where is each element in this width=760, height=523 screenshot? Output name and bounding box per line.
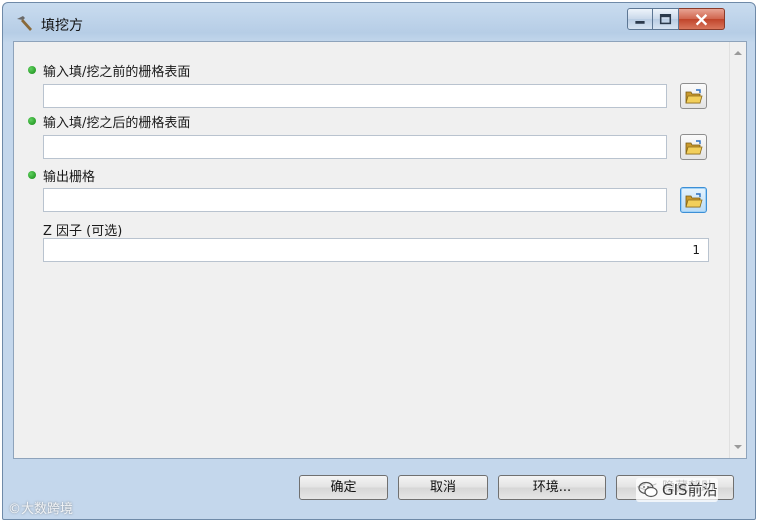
- scroll-up-icon[interactable]: [734, 51, 742, 55]
- browse-output-button[interactable]: [680, 187, 707, 213]
- cancel-button[interactable]: 取消: [398, 475, 488, 500]
- maximize-icon: [659, 13, 672, 25]
- parameters-panel: 输入填/挖之前的栅格表面 输入填/挖之后的栅格表面 输出栅格 Z 因子 (可选)…: [13, 41, 747, 459]
- vertical-scrollbar[interactable]: [729, 42, 746, 458]
- minimize-icon: [635, 20, 645, 24]
- param-label-output: 输出栅格: [28, 166, 95, 185]
- close-button[interactable]: [679, 8, 725, 30]
- environments-button[interactable]: 环境...: [498, 475, 606, 500]
- close-icon: [695, 14, 708, 26]
- minimize-button[interactable]: [627, 8, 653, 30]
- param-label-text: Z 因子 (可选): [43, 224, 123, 239]
- ok-button[interactable]: 确定: [299, 475, 388, 500]
- watermark-right-text: GIS前沿: [662, 481, 718, 499]
- param-label-z-factor: Z 因子 (可选): [43, 220, 122, 239]
- hammer-icon: [17, 16, 32, 31]
- folder-open-icon: [685, 140, 703, 155]
- input-before-field[interactable]: [43, 84, 667, 108]
- param-label-input-after: 输入填/挖之后的栅格表面: [28, 112, 190, 131]
- param-label-text: 输出栅格: [43, 170, 96, 185]
- scroll-down-icon[interactable]: [734, 445, 742, 449]
- output-raster-field[interactable]: [43, 188, 667, 212]
- window-title: 填挖方: [41, 18, 83, 34]
- required-dot-icon: [28, 171, 36, 179]
- param-label-text: 输入填/挖之前的栅格表面: [43, 65, 191, 80]
- folder-open-icon: [685, 89, 703, 104]
- required-dot-icon: [28, 117, 36, 125]
- title-bar[interactable]: 填挖方: [3, 3, 755, 41]
- input-after-field[interactable]: [43, 135, 667, 159]
- watermark-left: ©大数跨境: [8, 502, 74, 517]
- watermark-right: GIS前沿: [636, 478, 718, 502]
- required-dot-icon: [28, 66, 36, 74]
- param-label-text: 输入填/挖之后的栅格表面: [43, 116, 191, 131]
- param-label-input-before: 输入填/挖之前的栅格表面: [28, 61, 190, 80]
- maximize-button[interactable]: [653, 8, 679, 30]
- z-factor-field[interactable]: 1: [43, 238, 709, 262]
- browse-before-button[interactable]: [680, 83, 707, 109]
- dialog-window: 填挖方 输入填/挖之前的栅格表面 输入填/挖之后的栅格表面 输出栅格 Z 因子 …: [2, 2, 756, 520]
- browse-after-button[interactable]: [680, 134, 707, 160]
- folder-open-icon: [685, 193, 703, 208]
- wechat-icon: [638, 481, 658, 498]
